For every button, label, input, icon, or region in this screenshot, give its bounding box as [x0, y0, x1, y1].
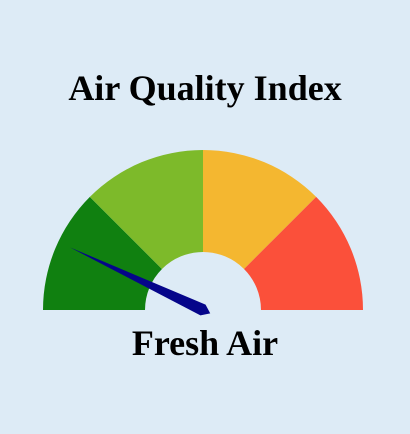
- aqi-gauge: [43, 150, 363, 316]
- gauge-bands: [43, 150, 363, 310]
- aqi-card: Air Quality Index Fresh Air: [0, 0, 410, 434]
- status-label: Fresh Air: [131, 323, 279, 363]
